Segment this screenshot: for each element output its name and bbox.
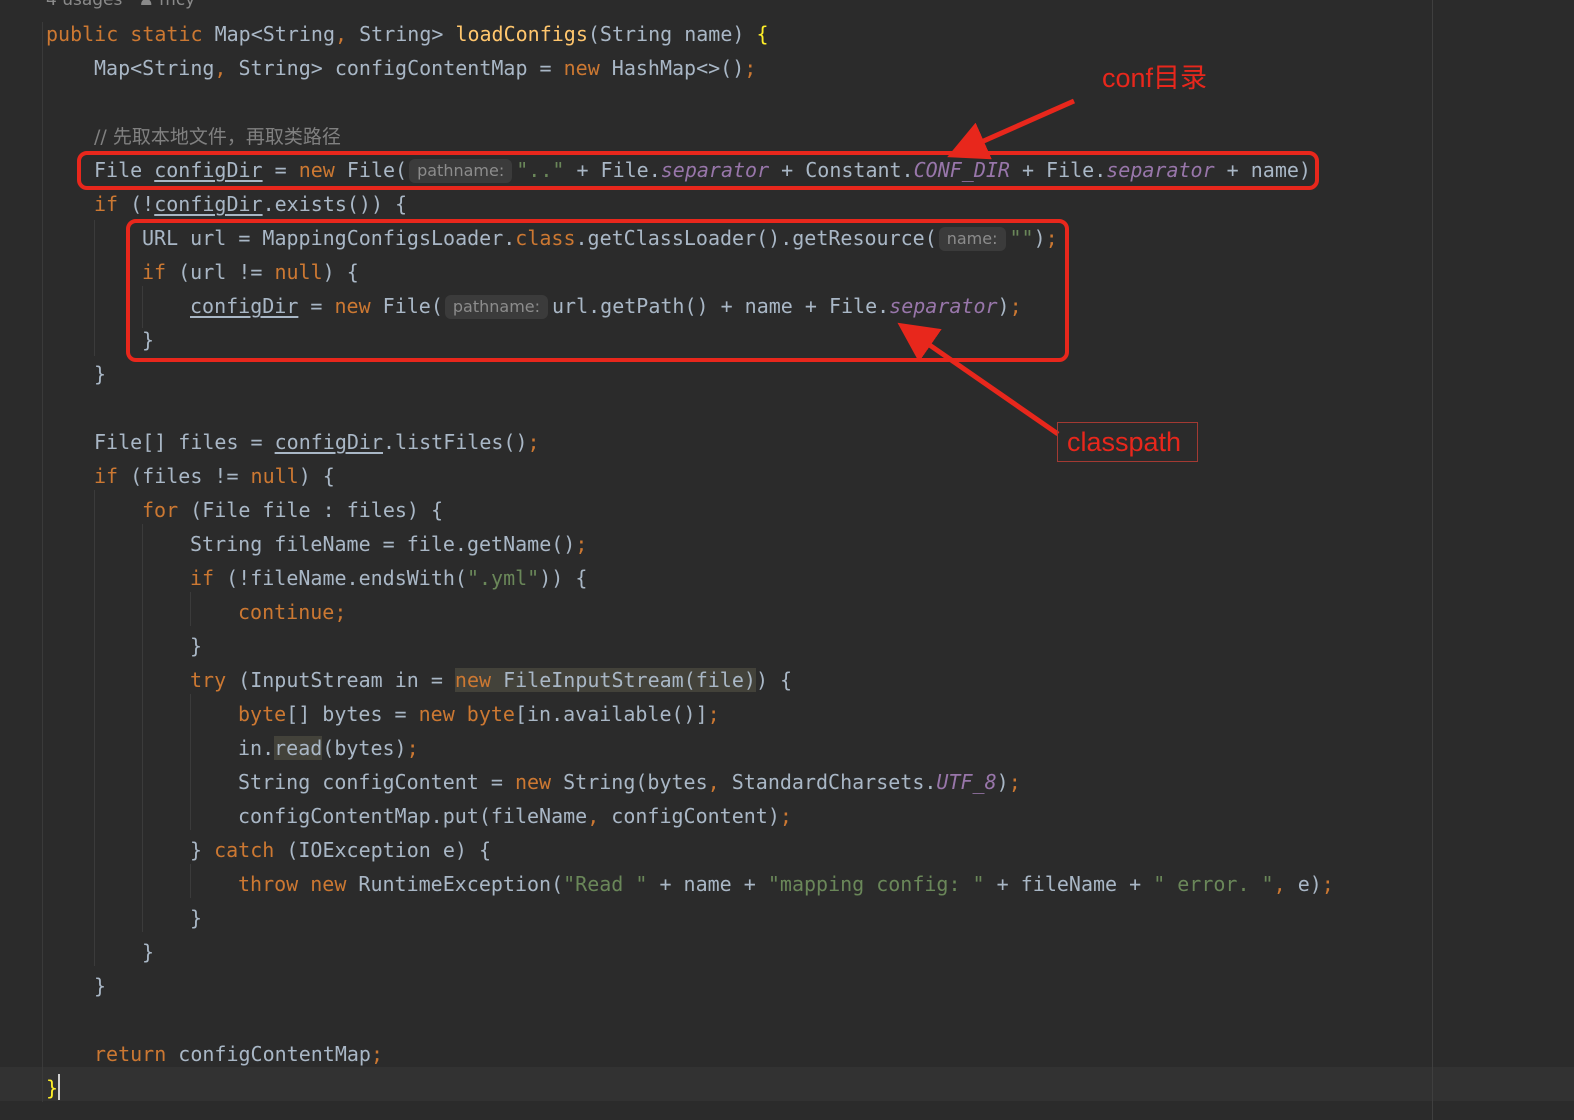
annotation-classpath-label: classpath xyxy=(1067,427,1182,457)
annotation-conf-label: conf目录 xyxy=(1102,63,1208,93)
arrow-to-classpath xyxy=(897,322,1060,437)
arrow-to-conf xyxy=(947,98,1076,160)
annotation-arrows xyxy=(897,98,1076,437)
